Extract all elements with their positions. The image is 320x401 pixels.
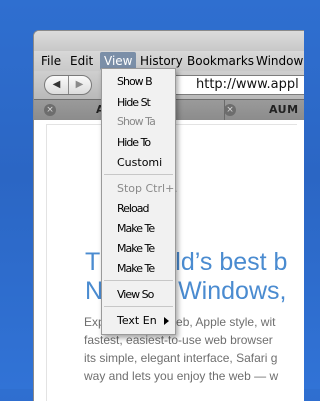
address-url[interactable]: http://www.appl (196, 76, 299, 94)
tab-close-icon[interactable]: × (224, 104, 236, 116)
tab-close-icon[interactable]: × (44, 104, 56, 116)
menu-item-show-tab-bar[interactable]: Show Ta (117, 115, 156, 129)
menu-item-stop[interactable]: Stop Ctrl+. (117, 182, 178, 196)
back-button[interactable]: ◀ (45, 76, 69, 94)
menu-item-reload[interactable]: Reload (117, 202, 149, 216)
address-bar[interactable]: http://www.appl (175, 75, 304, 95)
apple-logo-icon (179, 78, 193, 92)
menu-history[interactable]: History (140, 53, 183, 69)
menu-item-make-text-normal[interactable]: Make Te (117, 242, 155, 256)
submenu-arrow-icon (164, 317, 169, 325)
menu-item-make-text-smaller[interactable]: Make Te (117, 262, 155, 276)
menu-item-make-text-bigger[interactable]: Make Te (117, 222, 155, 236)
menu-edit[interactable]: Edit (70, 53, 93, 69)
menu-item-show-bookmarks-bar[interactable]: Show B (117, 75, 153, 89)
menu-bookmarks[interactable]: Bookmarks (187, 53, 254, 69)
forward-button[interactable]: ▶ (68, 76, 91, 94)
page-paragraph-line: its simple, elegant interface, Safari g (84, 351, 278, 365)
page-paragraph-line: way and lets you enjoy the web — w (84, 369, 279, 383)
title-bar[interactable] (34, 31, 304, 51)
menu-separator (104, 306, 173, 307)
menu-item-view-source[interactable]: View So (117, 288, 154, 302)
menu-separator (104, 280, 173, 281)
view-menu-dropdown: Show B Hide St Show Ta Hide To Customi S… (101, 68, 178, 335)
menu-window[interactable]: Window (256, 53, 303, 69)
menu-separator (104, 174, 173, 175)
nav-buttons: ◀ ▶ (44, 75, 92, 95)
menu-file[interactable]: File (41, 53, 61, 69)
menu-item-customize-toolbar[interactable]: Customi (117, 156, 162, 170)
menu-item-hide-status-bar[interactable]: Hide St (117, 96, 151, 110)
menu-item-text-encoding[interactable]: Text En (117, 314, 157, 328)
menu-item-hide-toolbar[interactable]: Hide To (117, 136, 151, 150)
tab-title-2[interactable]: AUM (269, 103, 299, 116)
